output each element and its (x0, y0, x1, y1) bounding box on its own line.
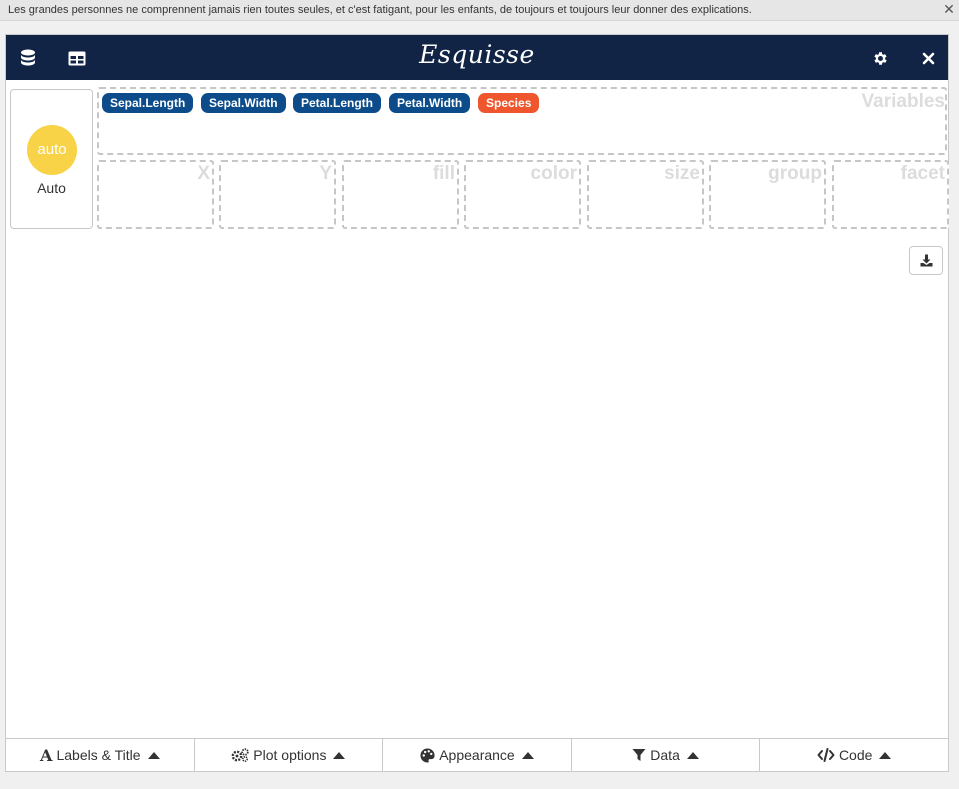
code-icon (817, 748, 835, 762)
appearance-label: Appearance (439, 747, 515, 763)
aes-title-size: size (664, 163, 700, 184)
data-label: Data (650, 747, 680, 763)
aes-title-fill: fill (432, 163, 455, 184)
palette-icon (420, 747, 435, 763)
plot-area (6, 281, 948, 736)
filter-icon (632, 748, 646, 762)
appearance-button[interactable]: Appearance (383, 739, 572, 771)
gear-icon[interactable] (865, 43, 895, 73)
geom-label: Auto (37, 180, 66, 196)
data-button[interactable]: Data (572, 739, 761, 771)
top-notification-bar: Les grandes personnes ne comprennent jam… (0, 0, 959, 21)
variable-badge-petal-width[interactable]: Petal.Width (389, 93, 471, 113)
variables-dropzone[interactable]: Variables Sepal.Length Sepal.Width Petal… (97, 87, 947, 155)
plot-options-label: Plot options (253, 747, 327, 763)
aes-dropzone-color[interactable]: color (464, 160, 581, 229)
variable-badge-sepal-length[interactable]: Sepal.Length (102, 93, 194, 113)
labels-title-label: Labels & Title (56, 747, 141, 763)
geom-selector[interactable]: auto Auto (10, 89, 93, 229)
caret-up-icon (147, 751, 160, 759)
aes-dropzone-y[interactable]: Y (219, 160, 336, 229)
variable-badge-petal-length[interactable]: Petal.Length (293, 93, 382, 113)
aes-dropzone-size[interactable]: size (587, 160, 704, 229)
labels-title-button[interactable]: A Labels & Title (6, 739, 195, 771)
variable-badge-species[interactable]: Species (478, 93, 540, 113)
variables-title: Variables (861, 91, 945, 112)
font-icon: A (40, 745, 53, 765)
download-icon (920, 254, 932, 267)
bottom-controls: A Labels & Title Plot options Appearance… (6, 738, 948, 771)
header-bar: Esquisse (6, 35, 948, 80)
variable-badge-sepal-width[interactable]: Sepal.Width (201, 93, 286, 113)
code-label: Code (838, 747, 873, 763)
quote-text: Les grandes personnes ne comprennent jam… (8, 4, 752, 16)
aes-title-y: Y (319, 163, 332, 184)
esquisse-window: Esquisse auto Auto Variables Sepal.Lengt… (5, 34, 949, 772)
aes-title-facet: facet (900, 163, 945, 184)
caret-up-icon (521, 751, 534, 759)
caret-up-icon (686, 751, 699, 759)
aes-title-group: group (768, 163, 822, 184)
download-plot-button[interactable] (909, 246, 943, 275)
app-title: Esquisse (419, 40, 535, 69)
aes-dropzone-facet[interactable]: facet (832, 160, 949, 229)
caret-up-icon (333, 751, 346, 759)
aes-dropzone-x[interactable]: X (97, 160, 214, 229)
aes-title-x: X (197, 163, 210, 184)
close-window-icon[interactable] (913, 43, 943, 73)
caret-up-icon (879, 751, 892, 759)
aes-title-color: color (530, 163, 577, 184)
plot-options-button[interactable]: Plot options (195, 739, 384, 771)
aes-dropzone-fill[interactable]: fill (342, 160, 459, 229)
close-icon[interactable]: ✕ (942, 1, 956, 17)
code-button[interactable]: Code (760, 739, 948, 771)
gears-icon (231, 748, 249, 762)
aes-dropzone-group[interactable]: group (709, 160, 826, 229)
geom-auto-icon: auto (27, 125, 77, 175)
